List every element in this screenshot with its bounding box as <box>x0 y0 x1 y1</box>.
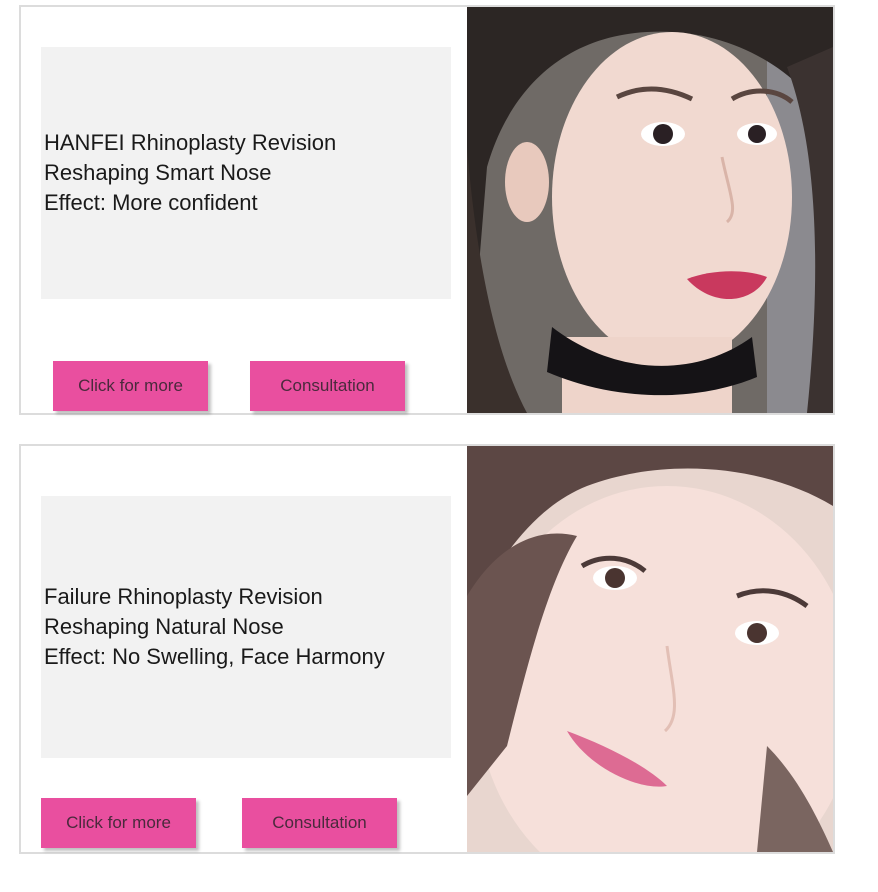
description-box: HANFEI Rhinoplasty Revision Reshaping Sm… <box>41 47 451 299</box>
click-for-more-button[interactable]: Click for more <box>41 798 196 848</box>
card-effect: Effect: No Swelling, Face Harmony <box>44 644 385 669</box>
consultation-button[interactable]: Consultation <box>250 361 405 411</box>
product-card-1: HANFEI Rhinoplasty Revision Reshaping Sm… <box>19 5 835 415</box>
description-box: Failure Rhinoplasty Revision Reshaping N… <box>41 496 451 758</box>
card-title: Failure Rhinoplasty Revision <box>44 584 323 609</box>
product-card-2: Failure Rhinoplasty Revision Reshaping N… <box>19 444 835 854</box>
portrait-photo <box>467 7 833 413</box>
card-title: HANFEI Rhinoplasty Revision <box>44 130 337 155</box>
card-effect: Effect: More confident <box>44 190 258 215</box>
portrait-photo <box>467 446 833 852</box>
card-subtitle: Reshaping Smart Nose <box>44 160 272 185</box>
click-for-more-button[interactable]: Click for more <box>53 361 208 411</box>
consultation-button[interactable]: Consultation <box>242 798 397 848</box>
card-subtitle: Reshaping Natural Nose <box>44 614 284 639</box>
